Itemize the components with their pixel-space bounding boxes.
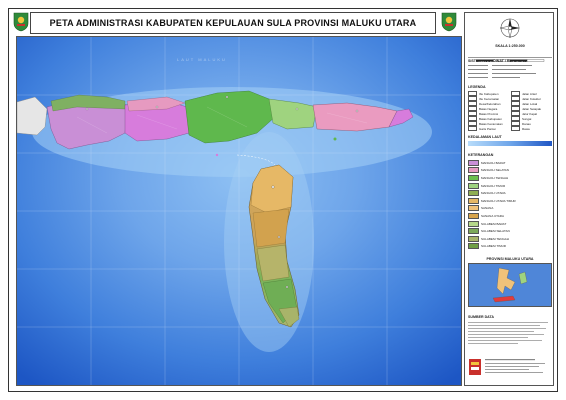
islet	[333, 137, 337, 141]
district-legend-item: MANGOLI TENGAH	[468, 174, 552, 182]
legend-label: Desa/Kelurahan	[479, 101, 501, 106]
legend-label: Batas Kecamatan	[479, 121, 503, 126]
legend-label: Rawa	[522, 126, 530, 131]
inset-map	[468, 263, 552, 307]
legend-label: Ibu Kabupaten	[479, 91, 499, 96]
district-swatch	[468, 228, 479, 235]
legend-swatch	[511, 126, 520, 131]
legend-item: Rawa	[511, 126, 552, 131]
district-legend-item: SANANA UTARA	[468, 212, 552, 220]
district-swatch	[468, 243, 479, 250]
district-legend-item: MANGOLI UTARA TIMUR	[468, 197, 552, 205]
source-heading: SUMBER DATA	[468, 315, 495, 319]
district-label: SULABESI SELATAN	[481, 229, 510, 234]
district-swatch	[468, 205, 479, 212]
district-swatch	[468, 174, 479, 181]
publisher-block	[468, 353, 552, 381]
district-sanana[interactable]	[252, 208, 290, 248]
legend-label: Jalur Kapal	[522, 111, 538, 116]
map-title: PETA ADMINISTRASI KABUPATEN KEPULAUAN SU…	[30, 12, 436, 34]
legend-label: Sungai	[522, 116, 532, 121]
district-legend-item: SULABESI TIMUR	[468, 243, 552, 251]
scale-bar	[468, 50, 552, 62]
info-block	[468, 64, 552, 82]
district-label: MANGOLI TIMUR	[481, 183, 506, 188]
district-legend-item: SANANA	[468, 205, 552, 213]
district-legend-item: MANGOLI UTARA	[468, 189, 552, 197]
district-label: SULABESI TIMUR	[481, 244, 506, 249]
map-canvas	[17, 37, 461, 385]
district-label: MANGOLI SELATAN	[481, 168, 509, 173]
district-label: MANGOLI UTARA	[481, 191, 506, 196]
islet	[215, 153, 219, 157]
district-legend-item: SULABESI SELATAN	[468, 227, 552, 235]
main-map[interactable]: LAUT MALUKU	[16, 36, 462, 386]
legend-label: Batas Provinsi	[479, 111, 499, 116]
district-label: SULABESI TENGAH	[481, 236, 509, 241]
legend-panel: SKALA 1:250.000 SISTEM KOORDINAT / REFER…	[464, 12, 554, 386]
district-swatch	[468, 197, 479, 204]
legend-label: Ibu Kecamatan	[479, 96, 500, 101]
district-label: SANANA	[481, 206, 494, 211]
district-swatch	[468, 167, 479, 174]
district-swatch	[468, 190, 479, 197]
legend-label: Jalan Setapak	[522, 106, 542, 111]
district-legend-item: SULABESI BARAT	[468, 220, 552, 228]
district-heading: KETERANGAN	[468, 153, 494, 157]
district-swatch	[468, 235, 479, 242]
legend-label: Garis Pantai	[479, 126, 496, 131]
district-legend-item: MANGOLI BARAT	[468, 159, 552, 167]
district-legend-item: MANGOLI SELATAN	[468, 167, 552, 175]
district-label: MANGOLI TENGAH	[481, 175, 509, 180]
legend-label: Jalan Arteri	[522, 91, 538, 96]
legend-item: Garis Pantai	[468, 126, 509, 131]
district-legend-item: MANGOLI TIMUR	[468, 182, 552, 190]
legend-symbols: Ibu Kabupaten Ibu Kecamatan Desa/Kelurahan…	[468, 91, 552, 131]
depth-heading: KEDALAMAN LAUT	[468, 135, 502, 139]
inset-heading: PROVINSI MALUKU UTARA	[486, 257, 534, 261]
district-label: MANGOLI BARAT	[481, 160, 506, 165]
scale-heading: SKALA 1:250.000	[495, 44, 525, 48]
compass-icon	[499, 18, 520, 39]
regency-emblem-right	[440, 12, 458, 32]
regency-emblem-left	[12, 12, 30, 32]
district-swatch	[468, 159, 479, 166]
legend-column-right: Jalan Arteri Jalan Kolektor Jalan Lokal Jal…	[511, 91, 552, 131]
district-legend: MANGOLI BARAT MANGOLI SELATAN MANGOLI TENG…	[468, 159, 552, 250]
district-label: MANGOLI UTARA TIMUR	[481, 198, 516, 203]
legend-label: Jalan Lokal	[522, 101, 538, 106]
legend-heading: LEGENDA	[468, 85, 486, 89]
district-label: SANANA UTARA	[481, 213, 504, 218]
district-label: SULABESI BARAT	[481, 221, 507, 226]
legend-column-left: Ibu Kabupaten Ibu Kecamatan Desa/Kelurahan…	[468, 91, 509, 131]
source-text-block	[468, 321, 552, 349]
district-legend-item: SULABESI TENGAH	[468, 235, 552, 243]
north-arrow	[468, 16, 552, 42]
legend-label: Batas Kabupaten	[479, 116, 503, 121]
sea-label: LAUT MALUKU	[177, 57, 227, 62]
depth-gradient-bar	[468, 141, 552, 146]
legend-label: Danau	[522, 121, 531, 126]
district-swatch	[468, 212, 479, 219]
legend-label: Jalan Kolektor	[522, 96, 542, 101]
district-swatch	[468, 220, 479, 227]
legend-label: Batas Negara	[479, 106, 498, 111]
info-heading: SISTEM KOORDINAT / REFERENSI	[468, 59, 528, 63]
publisher-logo-icon	[469, 359, 481, 375]
legend-swatch	[468, 126, 477, 131]
district-swatch	[468, 182, 479, 189]
